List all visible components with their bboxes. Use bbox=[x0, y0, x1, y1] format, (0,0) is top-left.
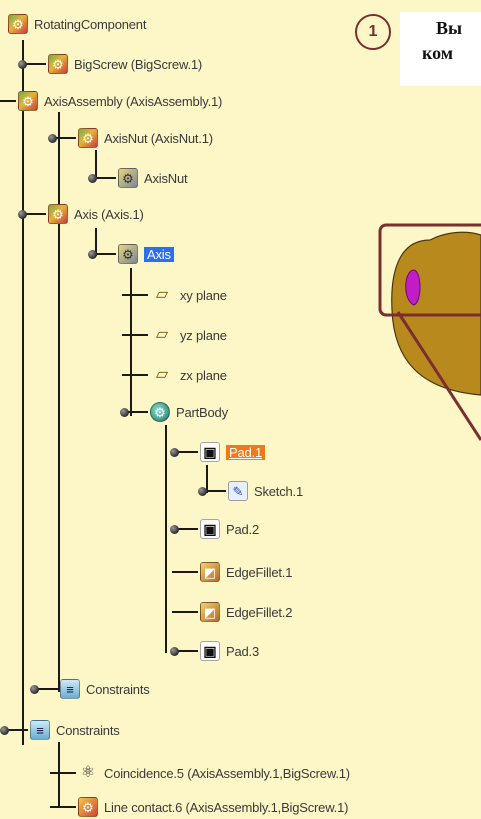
product-icon: ⚙ bbox=[8, 14, 28, 34]
constraints-icon: ≡ bbox=[30, 720, 50, 740]
tree-node-zx[interactable]: ▱ zx plane bbox=[150, 363, 227, 387]
tree-node-label: xy plane bbox=[180, 287, 227, 303]
expand-collapse-knob[interactable] bbox=[198, 487, 207, 496]
expand-collapse-knob[interactable] bbox=[18, 60, 27, 69]
tree-node-axisnut[interactable]: ⚙ AxisNut (AxisNut.1) bbox=[78, 126, 213, 150]
tree-connector bbox=[122, 374, 148, 376]
tree-node-edgefillet2[interactable]: ◩ EdgeFillet.2 bbox=[200, 600, 292, 624]
tree-node-axisassembly[interactable]: ⚙ AxisAssembly (AxisAssembly.1) bbox=[18, 89, 222, 113]
tree-node-root[interactable]: ⚙ RotatingComponent bbox=[8, 12, 146, 36]
plane-icon: ▱ bbox=[155, 326, 169, 343]
line-contact-icon: ⚙ bbox=[78, 797, 98, 817]
tree-node-yz[interactable]: ▱ yz plane bbox=[150, 323, 227, 347]
tree-node-label: EdgeFillet.2 bbox=[226, 604, 293, 620]
tree-node-label: Pad.2 bbox=[226, 521, 259, 537]
tree-node-edgefillet1[interactable]: ◩ EdgeFillet.1 bbox=[200, 560, 292, 584]
pad-icon: ▣ bbox=[200, 519, 220, 539]
tree-node-label: Pad.3 bbox=[226, 643, 259, 659]
tree-spine-axisnut bbox=[95, 150, 97, 178]
tree-node-label: AxisAssembly (AxisAssembly.1) bbox=[44, 93, 223, 109]
expand-collapse-knob[interactable] bbox=[88, 174, 97, 183]
tree-node-label: AxisNut (AxisNut.1) bbox=[104, 130, 213, 146]
tree-node-pad2[interactable]: ▣ Pad.2 bbox=[200, 517, 259, 541]
product-icon: ⚙ bbox=[48, 54, 68, 74]
tree-node-sketch1[interactable]: ✎ Sketch.1 bbox=[228, 479, 303, 503]
tree-spine-root bbox=[22, 40, 24, 745]
product-icon: ⚙ bbox=[78, 128, 98, 148]
tree-node-label: AxisNut bbox=[144, 170, 188, 186]
tree-spine-constraints bbox=[58, 742, 60, 807]
tree-node-bigscrew[interactable]: ⚙ BigScrew (BigScrew.1) bbox=[48, 52, 202, 76]
note-line-2: ком bbox=[422, 43, 454, 64]
step-callout: 1 bbox=[355, 14, 391, 50]
constraints-icon: ≡ bbox=[60, 679, 80, 699]
expand-collapse-knob[interactable] bbox=[48, 134, 57, 143]
3d-viewport[interactable] bbox=[370, 200, 481, 660]
expand-collapse-knob[interactable] bbox=[88, 250, 97, 259]
product-icon: ⚙ bbox=[18, 91, 38, 111]
tree-node-constraints-inner[interactable]: ≡ Constraints bbox=[60, 677, 150, 701]
tree-node-partbody[interactable]: ⚙ PartBody bbox=[150, 400, 228, 424]
tree-node-xy[interactable]: ▱ xy plane bbox=[150, 283, 227, 307]
tree-node-coincidence[interactable]: ⚛ Coincidence.5 (AxisAssembly.1,BigScrew.… bbox=[78, 761, 350, 785]
tree-node-label: EdgeFillet.1 bbox=[226, 564, 293, 580]
instruction-note: Вы ком bbox=[400, 12, 481, 86]
expand-collapse-knob[interactable] bbox=[30, 685, 39, 694]
expand-collapse-knob[interactable] bbox=[0, 726, 9, 735]
plane-icon: ▱ bbox=[155, 286, 169, 303]
tree-spine-partbody bbox=[165, 425, 167, 653]
coincidence-icon: ⚛ bbox=[80, 764, 96, 781]
expand-collapse-knob[interactable] bbox=[170, 647, 179, 656]
tree-node-label: PartBody bbox=[176, 404, 228, 420]
edgefillet-icon: ◩ bbox=[200, 602, 220, 622]
tree-connector bbox=[50, 806, 76, 808]
tree-node-label: Sketch.1 bbox=[254, 483, 303, 499]
product-icon: ⚙ bbox=[48, 204, 68, 224]
tree-node-label: Axis bbox=[144, 246, 174, 262]
tree-connector bbox=[172, 611, 198, 613]
tree-node-linecontact[interactable]: ⚙ Line contact.6 (AxisAssembly.1,BigScrew… bbox=[78, 795, 348, 819]
tree-node-label: Coincidence.5 (AxisAssembly.1,BigScrew.1… bbox=[104, 765, 350, 781]
tree-node-label: Constraints bbox=[56, 722, 120, 738]
pad-icon: ▣ bbox=[200, 641, 220, 661]
tree-node-constraints[interactable]: ≡ Constraints bbox=[30, 718, 120, 742]
tree-node-label: Line contact.6 (AxisAssembly.1,BigScrew.… bbox=[104, 799, 349, 815]
sketch-icon: ✎ bbox=[228, 481, 248, 501]
tree-node-label: zx plane bbox=[180, 367, 227, 383]
edgefillet-icon: ◩ bbox=[200, 562, 220, 582]
tree-connector bbox=[122, 334, 148, 336]
expand-collapse-knob[interactable] bbox=[170, 525, 179, 534]
tree-connector bbox=[122, 294, 148, 296]
expand-collapse-knob[interactable] bbox=[170, 448, 179, 457]
tree-connector bbox=[172, 571, 198, 573]
tree-node-label: RotatingComponent bbox=[34, 16, 147, 32]
note-line-1: Вы bbox=[436, 18, 463, 38]
plane-icon: ▱ bbox=[155, 366, 169, 383]
gear-icon: ⚙ bbox=[118, 244, 138, 264]
tree-node-label: BigScrew (BigScrew.1) bbox=[74, 56, 203, 72]
partbody-icon: ⚙ bbox=[150, 402, 170, 422]
tree-node-axisnut-part[interactable]: ⚙ AxisNut bbox=[118, 166, 188, 190]
tree-node-label: Axis (Axis.1) bbox=[74, 206, 144, 222]
tree-node-label: Constraints bbox=[86, 681, 150, 697]
tree-node-axis-part[interactable]: ⚙ Axis bbox=[118, 242, 174, 266]
tree-spine-axisassembly bbox=[58, 112, 60, 692]
tree-node-axis[interactable]: ⚙ Axis (Axis.1) bbox=[48, 202, 144, 226]
tree-node-label: Pad.1 bbox=[226, 444, 265, 460]
tree-node-label: yz plane bbox=[180, 327, 227, 343]
expand-collapse-knob[interactable] bbox=[18, 210, 27, 219]
tree-node-pad3[interactable]: ▣ Pad.3 bbox=[200, 639, 259, 663]
tree-connector bbox=[50, 772, 76, 774]
tree-connector bbox=[0, 100, 16, 102]
step-number: 1 bbox=[368, 23, 378, 40]
expand-collapse-knob[interactable] bbox=[120, 408, 129, 417]
tree-node-pad1[interactable]: ▣ Pad.1 bbox=[200, 440, 265, 464]
tree-spine-axis-part bbox=[130, 268, 132, 416]
pad-icon: ▣ bbox=[200, 442, 220, 462]
gear-icon: ⚙ bbox=[118, 168, 138, 188]
